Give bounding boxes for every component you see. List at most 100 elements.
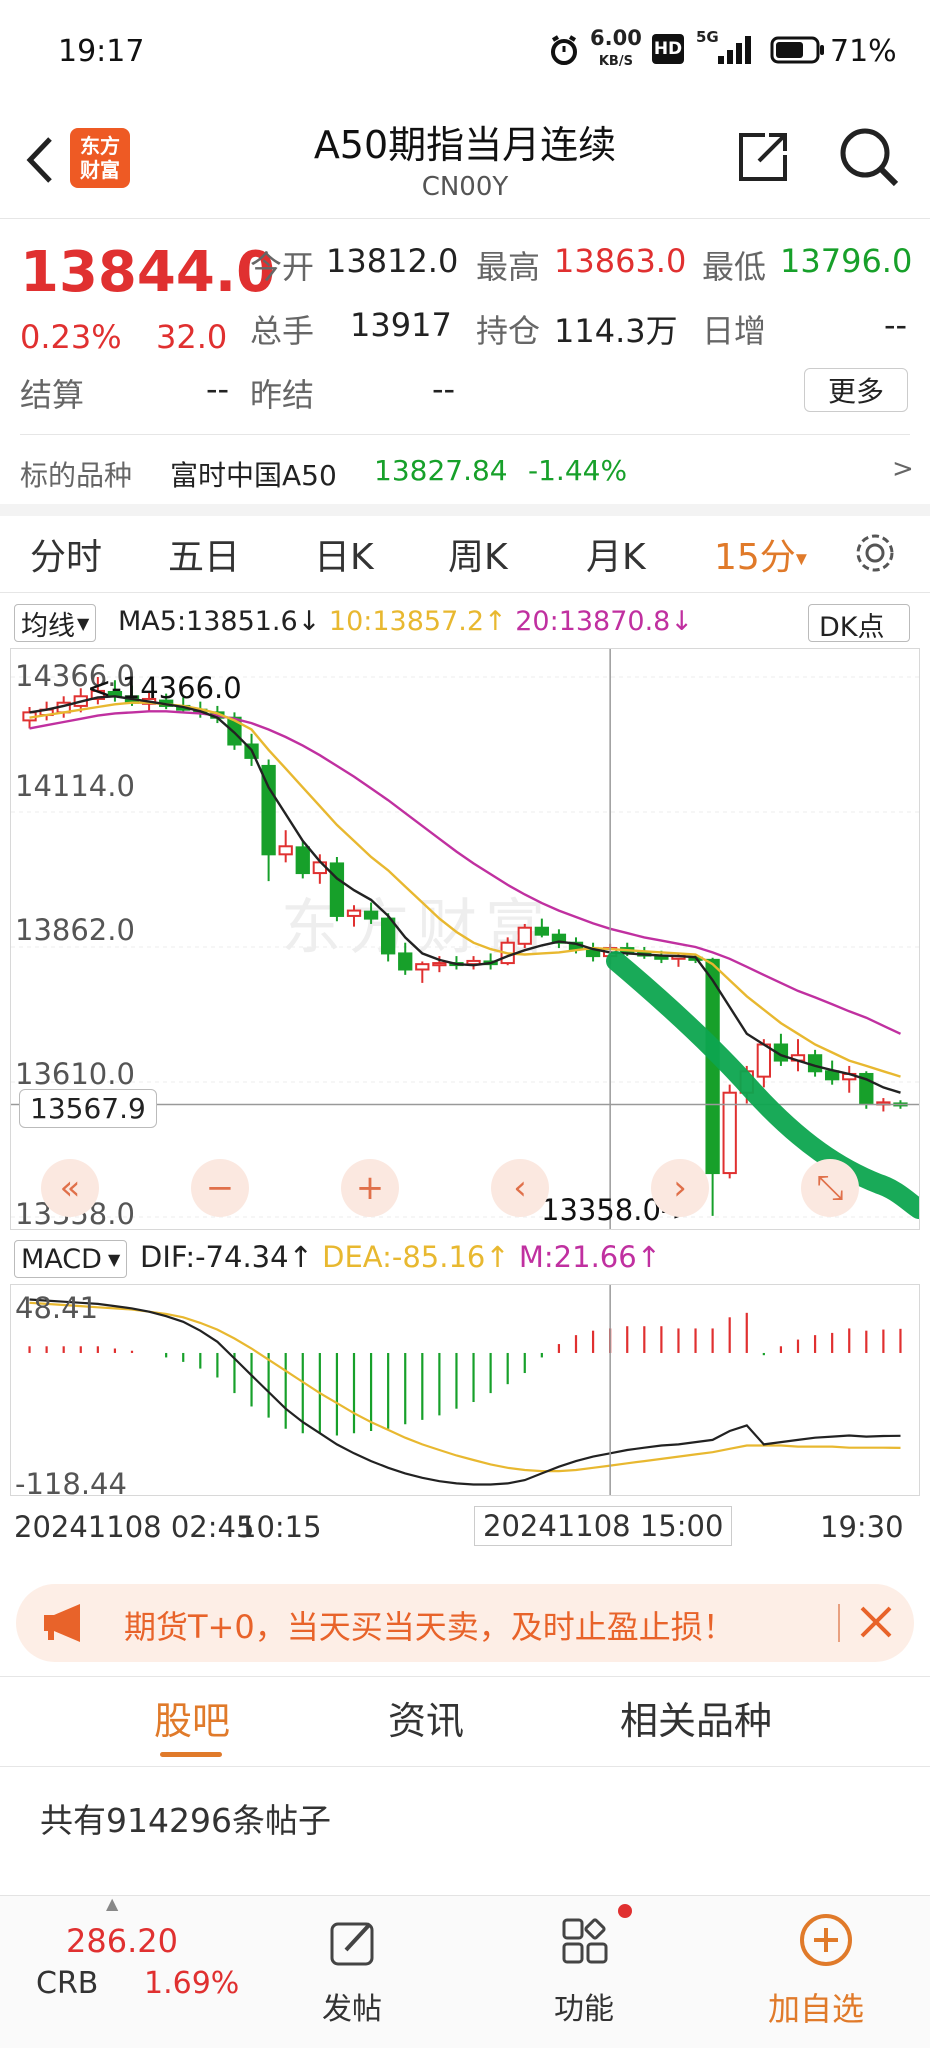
- tab-related[interactable]: 相关品种: [620, 1690, 772, 1745]
- candle: [517, 923, 532, 949]
- prev-settle-value: --: [432, 370, 456, 408]
- underlying-change: -1.44%: [528, 454, 628, 487]
- promo-banner[interactable]: 期货T+0，当天买当天卖，及时止盈止损！: [16, 1584, 914, 1662]
- section-gap: [0, 504, 930, 516]
- settings-gear-icon[interactable]: [852, 530, 898, 576]
- candle: [842, 1065, 857, 1093]
- zoom-in-icon[interactable]: +: [341, 1159, 399, 1217]
- change-amount: 32.0: [156, 318, 228, 356]
- oi-value: 114.3万: [554, 312, 678, 350]
- indicator-selector[interactable]: 均线 ▼: [14, 604, 97, 642]
- candlestick-plot: [11, 649, 919, 1229]
- settle-label: 结算: [20, 376, 85, 414]
- y-label: 14114.0: [15, 769, 135, 803]
- fullscreen-icon[interactable]: ⤡: [801, 1159, 859, 1217]
- candle: [466, 956, 481, 970]
- dk-button[interactable]: DK点: [808, 604, 910, 643]
- prev-settle-label: 昨结: [250, 376, 315, 414]
- max-annotation: <-14366.0: [87, 671, 242, 705]
- x-label-left: 20241108 02:45: [14, 1510, 255, 1544]
- x-label-right: 19:30: [820, 1510, 904, 1544]
- candle-body-up: [432, 962, 447, 967]
- high-value: 13863.0: [554, 242, 687, 280]
- scroll-left-icon[interactable]: ‹: [491, 1159, 549, 1217]
- post-button[interactable]: 发帖: [300, 1896, 410, 2048]
- dropdown-icon: ▾: [795, 546, 807, 572]
- candle: [585, 942, 601, 962]
- candle: [415, 961, 430, 983]
- candle: [278, 830, 293, 863]
- dif-arrow: ↑: [288, 1240, 313, 1274]
- low-value: 13796.0: [780, 242, 913, 280]
- ma5-value: MA5:13851.6: [118, 606, 298, 637]
- ma5-line: [29, 695, 901, 1094]
- tab-five-day[interactable]: 五日: [168, 528, 240, 580]
- candle: [551, 929, 567, 949]
- tab-day-k[interactable]: 日K: [314, 528, 374, 580]
- candle: [398, 942, 413, 975]
- macd-values: DIF:-74.34↑ DEA:-85.16↑ M:21.66↑: [140, 1240, 661, 1274]
- status-time: 19:17: [58, 34, 145, 69]
- signal-icon: [716, 34, 756, 70]
- divider: [0, 1766, 930, 1767]
- post-count: 共有914296条帖子: [40, 1801, 331, 1840]
- candle-body-up: [346, 909, 362, 917]
- grid-icon: [560, 1916, 612, 1968]
- more-button[interactable]: 更多: [804, 368, 908, 412]
- ma10-arrow: ↑: [484, 606, 507, 637]
- macd-chart[interactable]: 48.41 -118.44: [10, 1284, 920, 1501]
- edit-icon: [328, 1916, 380, 1968]
- last-price: 13844.0: [20, 240, 276, 305]
- dea-line: [29, 1301, 901, 1473]
- search-icon[interactable]: [836, 124, 902, 190]
- ma10-value: 10:13857.2: [328, 606, 485, 637]
- tab-week-k[interactable]: 周K: [448, 528, 508, 580]
- crb-change: 1.69%: [144, 1966, 240, 2001]
- caret-down-icon: ▼: [107, 1249, 121, 1269]
- daily-inc-value: --: [884, 306, 908, 344]
- candle-body-up: [756, 1043, 771, 1078]
- divider: [0, 218, 930, 219]
- add-circle-icon: [798, 1912, 854, 1968]
- close-icon[interactable]: [856, 1602, 900, 1646]
- price-chart[interactable]: 东方财富 14366.0 14114.0 13862.0 13610.0 133…: [10, 648, 920, 1231]
- tab-15min[interactable]: 15分▾: [714, 528, 807, 580]
- zoom-out-icon[interactable]: −: [191, 1159, 249, 1217]
- m-arrow: ↑: [636, 1240, 662, 1274]
- divider: [0, 592, 930, 593]
- scroll-right-icon[interactable]: ›: [651, 1159, 709, 1217]
- ma20-line: [29, 710, 902, 1035]
- candle-body-down: [295, 846, 310, 875]
- caret-up-icon: ▲: [106, 1894, 119, 1913]
- dea-value: DEA:-85.16: [322, 1240, 486, 1274]
- candle: [722, 1084, 737, 1179]
- candle-body-down: [329, 862, 345, 917]
- ma-values: MA5:13851.6↓ 10:13857.2↑ 20:13870.8↓: [118, 606, 693, 637]
- share-icon[interactable]: [732, 126, 794, 188]
- alarm-icon: [548, 34, 580, 66]
- high-label: 最高: [476, 248, 541, 286]
- volume-value: 13917: [350, 306, 452, 344]
- function-button[interactable]: 功能: [530, 1896, 640, 2048]
- candle-body-up: [517, 926, 532, 945]
- add-watchlist-button[interactable]: 加自选: [756, 1896, 896, 2048]
- macd-selector[interactable]: MACD ▼: [14, 1240, 128, 1278]
- candle: [363, 902, 379, 924]
- tab-month-k[interactable]: 月K: [586, 528, 646, 580]
- underlying-row[interactable]: 标的品种 富时中国A50 13827.84 -1.44% >: [0, 444, 930, 504]
- crb-label: CRB: [36, 1966, 99, 2001]
- change-percent: 0.23%: [20, 318, 122, 356]
- scroll-left-fast-icon[interactable]: «: [41, 1159, 99, 1217]
- ma20-arrow: ↓: [670, 606, 693, 637]
- candle: [825, 1060, 840, 1085]
- divider: [0, 1676, 930, 1677]
- banner-text: 期货T+0，当天买当天卖，及时止盈止损！: [124, 1608, 735, 1646]
- candle: [773, 1033, 789, 1066]
- macd-y-max: 48.41: [15, 1291, 99, 1325]
- tab-guba[interactable]: 股吧: [154, 1690, 230, 1745]
- tab-news[interactable]: 资讯: [388, 1690, 464, 1745]
- post-label: 发帖: [322, 1992, 382, 2027]
- crb-ticker[interactable]: ▲ 286.20 CRB 1.69%: [0, 1894, 239, 2048]
- tab-time-share[interactable]: 分时: [30, 528, 102, 580]
- active-tab-indicator: [160, 1752, 222, 1757]
